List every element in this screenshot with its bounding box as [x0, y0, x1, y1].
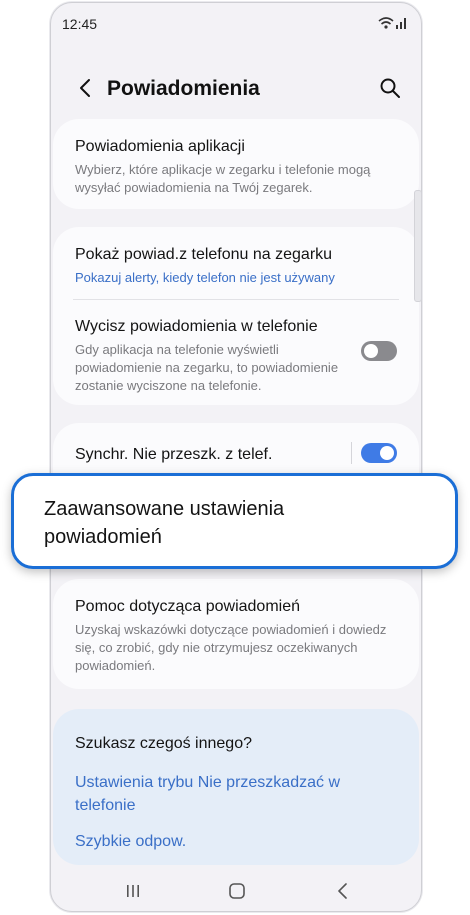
- advanced-settings-title: Zaawansowane ustawienia powiadomień: [44, 498, 285, 548]
- sync-dnd-title: Synchr. Nie przeszk. z telef.: [75, 446, 273, 463]
- mute-on-phone-item[interactable]: Wycisz powiadomienia w telefonie Gdy apl…: [75, 317, 349, 395]
- wifi-signal-icon: [378, 17, 406, 29]
- help-card[interactable]: Pomoc dotycząca powiadomień Uzyskaj wska…: [53, 579, 419, 689]
- phone-frame: 12:45 Powiadomienia Powiadomienia aplika…: [50, 2, 422, 912]
- advanced-settings-item[interactable]: Zaawansowane ustawienia powiadomień: [11, 473, 458, 569]
- quick-responses-link[interactable]: Szybkie odpow.: [75, 833, 186, 851]
- mute-on-phone-title: Wycisz powiadomienia w telefonie: [75, 318, 318, 335]
- back-arrow-icon[interactable]: [75, 77, 97, 99]
- help-item[interactable]: Pomoc dotycząca powiadomień Uzyskaj wska…: [75, 597, 397, 675]
- sync-dnd-item[interactable]: Synchr. Nie przeszk. z telef.: [75, 445, 339, 465]
- search-icon[interactable]: [379, 77, 401, 99]
- header: Powiadomienia: [51, 63, 421, 113]
- help-subtitle: Uzyskaj wskazówki dotyczące powiadomień …: [75, 622, 387, 673]
- page-title: Powiadomienia: [107, 77, 260, 100]
- side-button: [414, 190, 422, 302]
- phone-notifications-card: Pokaż powiad.z telefonu na zegarku Pokaz…: [53, 227, 419, 405]
- show-phone-notifications-subtitle: Pokazuj alerty, kiedy telefon nie jest u…: [75, 270, 335, 285]
- sync-dnd-toggle[interactable]: [361, 443, 397, 463]
- vertical-separator: [351, 442, 352, 464]
- show-phone-notifications-item[interactable]: Pokaż powiad.z telefonu na zegarku Pokaz…: [75, 245, 397, 287]
- show-phone-notifications-title: Pokaż powiad.z telefonu na zegarku: [75, 246, 333, 263]
- home-icon[interactable]: [227, 881, 247, 901]
- status-bar: 12:45: [51, 3, 421, 43]
- mute-on-phone-subtitle: Gdy aplikacja na telefonie wyświetli pow…: [75, 342, 339, 393]
- looking-for-more-card: Szukasz czegoś innego? Ustawienia trybu …: [53, 709, 419, 865]
- dnd-settings-link[interactable]: Ustawienia trybu Nie przeszkadzać w tele…: [75, 771, 395, 817]
- divider: [73, 299, 399, 300]
- nav-back-icon[interactable]: [333, 881, 353, 901]
- app-notifications-title: Powiadomienia aplikacji: [75, 138, 245, 155]
- app-notifications-item[interactable]: Powiadomienia aplikacji Wybierz, które a…: [75, 137, 397, 197]
- help-title: Pomoc dotycząca powiadomień: [75, 598, 301, 615]
- recents-icon[interactable]: [123, 881, 143, 901]
- toggle-knob: [364, 344, 378, 358]
- toggle-knob: [380, 446, 394, 460]
- status-time: 12:45: [62, 16, 98, 32]
- navigation-bar: [51, 871, 421, 911]
- app-notifications-card[interactable]: Powiadomienia aplikacji Wybierz, które a…: [53, 119, 419, 209]
- mute-on-phone-toggle[interactable]: [361, 341, 397, 361]
- app-notifications-subtitle: Wybierz, które aplikacje w zegarku i tel…: [75, 162, 371, 195]
- looking-for-more-title: Szukasz czegoś innego?: [75, 735, 252, 752]
